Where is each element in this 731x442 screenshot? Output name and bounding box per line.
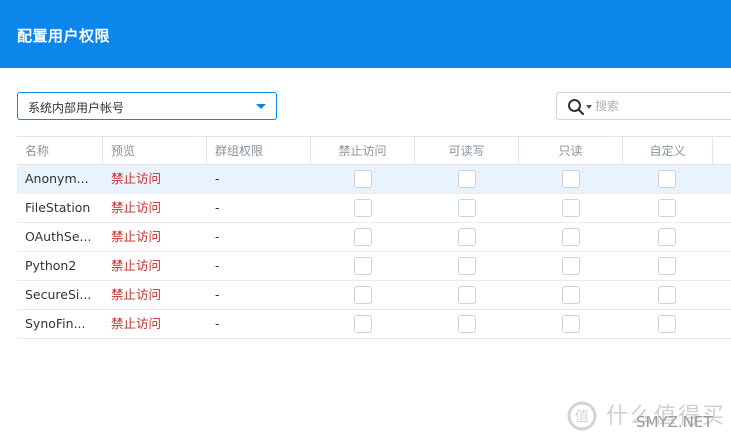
read-write-checkbox[interactable] (458, 170, 476, 188)
row-preview: 禁止访问 (111, 287, 162, 302)
read-only-checkbox[interactable] (562, 286, 580, 304)
row-name: OAuthSe... (25, 229, 92, 244)
row-name: Anonym... (25, 171, 89, 186)
read-write-checkbox[interactable] (458, 286, 476, 304)
chevron-down-icon (256, 104, 266, 109)
read-only-checkbox[interactable] (562, 228, 580, 246)
watermark-subtext: SMYZ.NET (636, 413, 713, 431)
read-only-checkbox[interactable] (562, 315, 580, 333)
window-title: 配置用户权限 (17, 27, 111, 45)
search-box[interactable] (556, 92, 731, 120)
read-write-checkbox[interactable] (458, 228, 476, 246)
deny-checkbox[interactable] (354, 170, 372, 188)
read-write-checkbox[interactable] (458, 315, 476, 333)
row-name: Python2 (25, 258, 77, 273)
custom-checkbox[interactable] (658, 257, 676, 275)
user-type-select[interactable]: 系统内部用户帐号 (17, 92, 277, 120)
column-header-deny[interactable]: 禁止访问 (311, 137, 415, 165)
svg-text:值: 值 (575, 409, 589, 425)
read-write-checkbox[interactable] (458, 257, 476, 275)
row-name: FileStation (25, 200, 91, 215)
table-header: 名称 预览 群组权限 禁止访问 可读写 只读 自定义 (17, 136, 731, 165)
search-options-chevron-icon[interactable] (586, 105, 592, 109)
deny-checkbox[interactable] (354, 199, 372, 217)
column-header-group-permission[interactable]: 群组权限 (207, 137, 311, 165)
row-preview: 禁止访问 (111, 258, 162, 273)
custom-checkbox[interactable] (658, 286, 676, 304)
table-row[interactable]: SecureSi... 禁止访问 - (17, 281, 731, 310)
deny-checkbox[interactable] (354, 257, 372, 275)
search-input[interactable] (595, 97, 725, 115)
custom-checkbox[interactable] (658, 315, 676, 333)
deny-checkbox[interactable] (354, 286, 372, 304)
row-group-permission: - (215, 171, 220, 186)
row-group-permission: - (215, 229, 220, 244)
custom-checkbox[interactable] (658, 199, 676, 217)
read-only-checkbox[interactable] (562, 170, 580, 188)
read-only-checkbox[interactable] (562, 257, 580, 275)
deny-checkbox[interactable] (354, 228, 372, 246)
row-preview: 禁止访问 (111, 316, 162, 331)
custom-checkbox[interactable] (658, 170, 676, 188)
table-row[interactable]: OAuthSe... 禁止访问 - (17, 223, 731, 252)
read-write-checkbox[interactable] (458, 199, 476, 217)
row-group-permission: - (215, 316, 220, 331)
read-only-checkbox[interactable] (562, 199, 580, 217)
column-header-preview[interactable]: 预览 (103, 137, 207, 165)
title-bar: 配置用户权限 (0, 0, 731, 68)
search-icon[interactable] (567, 98, 585, 116)
column-header-custom[interactable]: 自定义 (623, 137, 713, 165)
row-name: SynoFin... (25, 316, 86, 331)
row-group-permission: - (215, 258, 220, 273)
permissions-table: 名称 预览 群组权限 禁止访问 可读写 只读 自定义 Anonym... 禁止访… (17, 136, 731, 339)
table-row[interactable]: Anonym... 禁止访问 - (17, 165, 731, 194)
table-row[interactable]: Python2 禁止访问 - (17, 252, 731, 281)
table-row[interactable]: SynoFin... 禁止访问 - (17, 310, 731, 339)
user-type-select-value: 系统内部用户帐号 (28, 101, 125, 115)
watermark: 值 什么值得买 SMYZ.NET (566, 398, 726, 438)
row-group-permission: - (215, 200, 220, 215)
table-row[interactable]: FileStation 禁止访问 - (17, 194, 731, 223)
column-header-read-only[interactable]: 只读 (519, 137, 623, 165)
row-preview: 禁止访问 (111, 200, 162, 215)
watermark-logo-icon: 值 (567, 401, 597, 431)
row-preview: 禁止访问 (111, 229, 162, 244)
column-header-name[interactable]: 名称 (17, 137, 103, 165)
row-group-permission: - (215, 287, 220, 302)
row-name: SecureSi... (25, 287, 92, 302)
custom-checkbox[interactable] (658, 228, 676, 246)
row-preview: 禁止访问 (111, 171, 162, 186)
deny-checkbox[interactable] (354, 315, 372, 333)
column-header-read-write[interactable]: 可读写 (415, 137, 519, 165)
